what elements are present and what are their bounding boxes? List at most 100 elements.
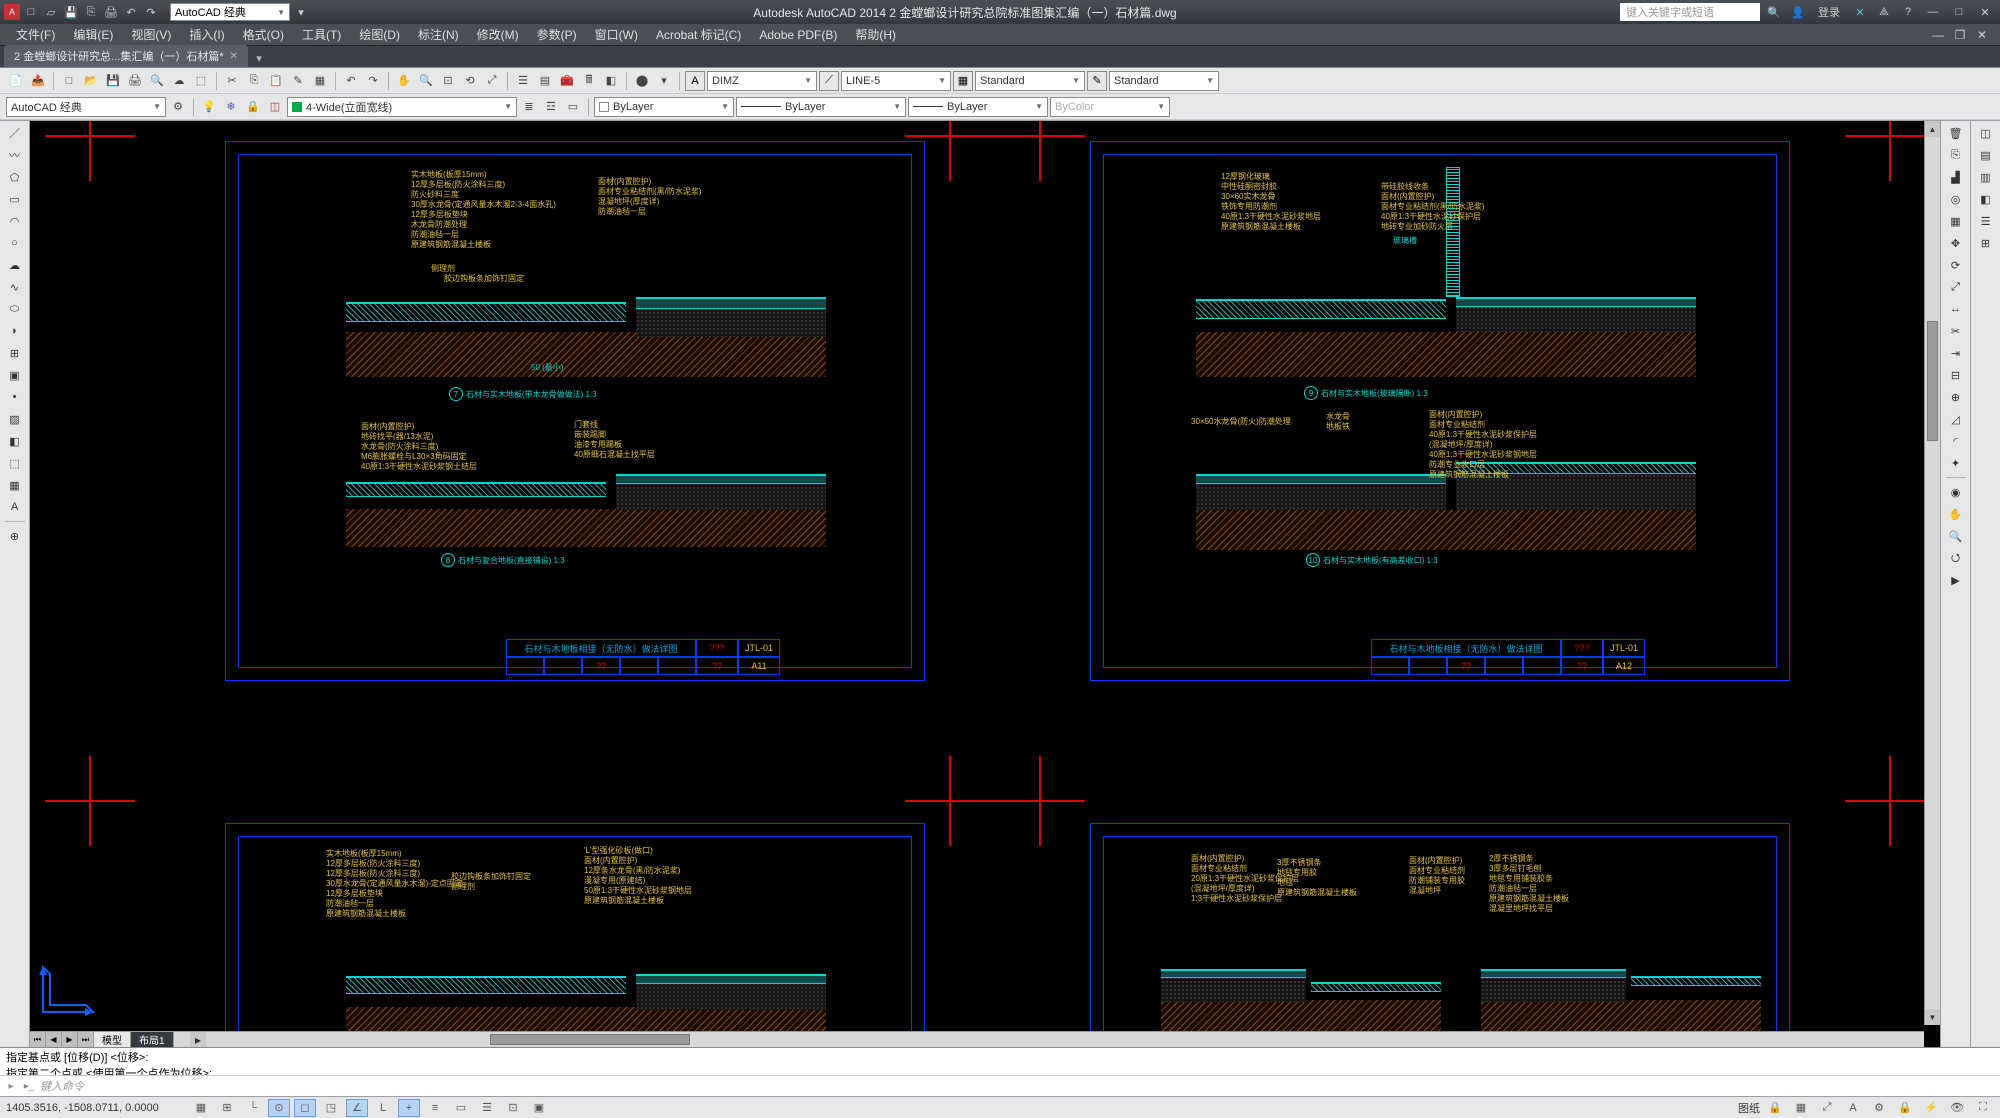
qat-redo-icon[interactable]: ↷	[142, 3, 160, 21]
dyn-toggle[interactable]: +	[398, 1099, 420, 1117]
match-icon[interactable]: ✎	[288, 71, 308, 91]
3d-icon[interactable]: ⬚	[191, 71, 211, 91]
qp-toggle[interactable]: ☰	[476, 1099, 498, 1117]
qat-saveas-icon[interactable]: ⎘	[82, 3, 100, 21]
exchange-icon[interactable]: ✕	[1850, 3, 1870, 21]
workspace-dropdown[interactable]: AutoCAD 经典 ▼	[170, 3, 290, 21]
linetype-icon[interactable]: ⟋	[819, 71, 839, 91]
arc-icon[interactable]: ◠	[4, 211, 26, 231]
isolate-icon[interactable]: 👁	[1946, 1099, 1968, 1117]
ws-switch-icon[interactable]: ⚙	[1868, 1099, 1890, 1117]
annovis-icon[interactable]: A	[1842, 1099, 1864, 1117]
mdi-close-button[interactable]: ✕	[1972, 26, 1992, 44]
table-icon[interactable]: ▦	[4, 475, 26, 495]
polygon-icon[interactable]: ⬠	[4, 167, 26, 187]
plotstyle-dropdown[interactable]: ByColor▼	[1050, 97, 1170, 117]
layer-prev-icon[interactable]: ≣	[519, 97, 539, 117]
ellipse-arc-icon[interactable]: ◗	[4, 321, 26, 341]
command-history[interactable]: 指定基点或 [位移(D)] <位移>: 指定第二个点或 <使用第一个点作为位移>…	[0, 1048, 2000, 1076]
menu-tools[interactable]: 工具(T)	[294, 24, 349, 45]
zoom-prev-icon[interactable]: ⟲	[460, 71, 480, 91]
pal-1-icon[interactable]: ◫	[1975, 123, 1997, 143]
cut-icon[interactable]: ✂	[222, 71, 242, 91]
ellipse-icon[interactable]: ⬭	[4, 299, 26, 319]
snap-toggle[interactable]: ▦	[190, 1099, 212, 1117]
menu-window[interactable]: 窗口(W)	[587, 24, 646, 45]
osnap-toggle[interactable]: ◻	[294, 1099, 316, 1117]
table-style-dropdown[interactable]: Standard▼	[975, 71, 1085, 91]
fillet-icon[interactable]: ◜	[1945, 431, 1967, 451]
tab-layout1[interactable]: 布局1	[131, 1032, 174, 1048]
table-style-icon[interactable]: ▦	[953, 71, 973, 91]
rotate-icon[interactable]: ⟳	[1945, 255, 1967, 275]
scale-icon[interactable]: ⤢	[1945, 277, 1967, 297]
scroll-right-icon[interactable]: ▶	[190, 1032, 206, 1047]
linetype-dropdown-2[interactable]: ByLayer▼	[736, 97, 906, 117]
pal-4-icon[interactable]: ◧	[1975, 189, 1997, 209]
coordinates-readout[interactable]: 1405.3516, -1508.0711, 0.0000	[6, 1102, 186, 1114]
layer-dropdown[interactable]: 4-Wide(立面宽线)▼	[287, 97, 517, 117]
calc-icon[interactable]: 🖩	[579, 71, 599, 91]
new-tab-icon[interactable]: ▾	[250, 49, 268, 67]
properties-icon[interactable]: ☰	[513, 71, 533, 91]
pline-icon[interactable]: 〰	[4, 145, 26, 165]
line-icon[interactable]: ／	[4, 123, 26, 143]
menu-view[interactable]: 视图(V)	[123, 24, 179, 45]
pdf-icon[interactable]: 📄	[6, 71, 26, 91]
annoscale-icon[interactable]: ⤢	[1816, 1099, 1838, 1117]
menu-parametric[interactable]: 参数(P)	[529, 24, 585, 45]
app-share-icon[interactable]: ⟁	[1874, 3, 1894, 21]
nav-zoom-icon[interactable]: 🔍	[1945, 526, 1967, 546]
trim-icon[interactable]: ✂	[1945, 321, 1967, 341]
ducs-toggle[interactable]: L	[372, 1099, 394, 1117]
tab-model[interactable]: 模型	[94, 1032, 131, 1048]
close-button[interactable]: ✕	[1974, 3, 1996, 21]
tab-last-icon[interactable]: ⏭	[78, 1032, 94, 1048]
zoom-icon[interactable]: 🔍	[416, 71, 436, 91]
layer-bulb-icon[interactable]: 💡	[199, 97, 219, 117]
scroll-down-icon[interactable]: ▼	[1925, 1009, 1940, 1025]
blocks-icon[interactable]: ▦	[310, 71, 330, 91]
layer-color-icon[interactable]: ◫	[265, 97, 285, 117]
polar-toggle[interactable]: ⊙	[268, 1099, 290, 1117]
minimize-button[interactable]: —	[1922, 3, 1944, 21]
join-icon[interactable]: ⊕	[1945, 387, 1967, 407]
extend-icon[interactable]: ⇥	[1945, 343, 1967, 363]
layer-freeze-icon[interactable]: ❄	[221, 97, 241, 117]
color-dropdown[interactable]: ByLayer▼	[594, 97, 734, 117]
command-expand-icon[interactable]: ▸	[4, 1079, 18, 1093]
markup-icon[interactable]: ◧	[601, 71, 621, 91]
mtext-icon[interactable]: A	[4, 497, 26, 517]
text-style-dropdown[interactable]: Standard▼	[1109, 71, 1219, 91]
drawing-canvas[interactable]: 实木地板(板厚15mm) 12厚多层板(防火涂料三度) 防火砂料三度 30厚水龙…	[30, 121, 1940, 1047]
copy-icon[interactable]: ⎘	[244, 71, 264, 91]
addselected-icon[interactable]: ⊕	[4, 526, 26, 546]
array-icon[interactable]: ▦	[1945, 211, 1967, 231]
clean-screen-icon[interactable]: ⛶	[1972, 1099, 1994, 1117]
zoom-win-icon[interactable]: ⊡	[438, 71, 458, 91]
menu-help[interactable]: 帮助(H)	[847, 24, 904, 45]
lock-icon[interactable]: 🔒	[1764, 1099, 1786, 1117]
pdf-export-icon[interactable]: 📤	[28, 71, 48, 91]
document-tab[interactable]: 2 金螳螂设计研究总...集汇编（一）石材篇* ✕	[4, 45, 248, 67]
dim-style-icon[interactable]: A	[685, 71, 705, 91]
help-search-input[interactable]: 键入关键字或短语	[1620, 3, 1760, 21]
qat-more-icon[interactable]: ▾	[292, 3, 310, 21]
zoom-ext-icon[interactable]: ⤢	[482, 71, 502, 91]
erase-icon[interactable]: 🗑	[1945, 123, 1967, 143]
login-link[interactable]: 登录	[1818, 4, 1840, 20]
text-style-icon[interactable]: ✎	[1087, 71, 1107, 91]
search-icon[interactable]: 🔍	[1764, 3, 1784, 21]
render-dd-icon[interactable]: ▾	[654, 71, 674, 91]
tab-first-icon[interactable]: ⏮	[30, 1032, 46, 1048]
open-icon[interactable]: 📂	[81, 71, 101, 91]
block-icon[interactable]: ▣	[4, 365, 26, 385]
lwt-toggle[interactable]: ≡	[424, 1099, 446, 1117]
hardware-accel-icon[interactable]: ⚡	[1920, 1099, 1942, 1117]
qat-open-icon[interactable]: ▱	[42, 3, 60, 21]
tab-prev-icon[interactable]: ◀	[46, 1032, 62, 1048]
3dosnap-toggle[interactable]: ◳	[320, 1099, 342, 1117]
offset-icon[interactable]: ◎	[1945, 189, 1967, 209]
workspace-dropdown-2[interactable]: AutoCAD 经典▼	[6, 97, 166, 117]
hatch-icon[interactable]: ▨	[4, 409, 26, 429]
